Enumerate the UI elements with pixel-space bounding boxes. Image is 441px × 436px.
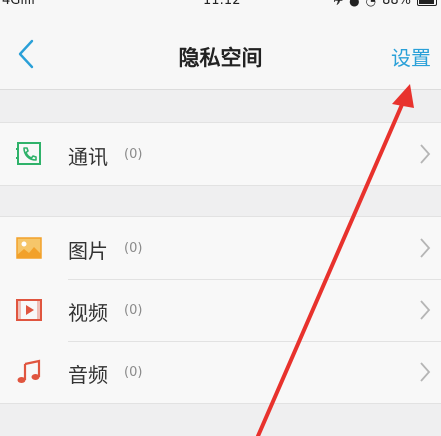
wifi-icon: ◔ [365,0,377,8]
chevron-right-icon [420,300,431,320]
list-item-label: 通讯 [68,145,108,169]
network-indicator: 4Gıııl [2,0,35,8]
settings-button[interactable]: 设置 [391,42,431,71]
battery-icon [417,0,437,6]
header: 隐私空间 设置 [0,12,441,90]
music-icon [17,359,41,383]
list-item-label: 音频 [68,363,108,387]
list-item-audio[interactable]: 音频 (0) [0,341,441,403]
signal-icon: ıııl [20,0,35,8]
media-group: 图片 (0) 视频 (0) 音频 (0) [0,216,441,404]
chevron-right-icon [420,144,431,164]
image-icon [16,237,42,259]
battery-percent: 88% [382,0,411,8]
network-type: 4G [2,0,21,8]
status-icons: ✈ ● ◔ 88% [333,0,437,8]
video-icon [16,299,42,321]
contacts-icon [16,142,41,165]
clock: 11:12 [203,0,241,8]
list-item-label: 视频 [68,301,108,325]
item-count: (0) [124,365,143,380]
list-item-videos[interactable]: 视频 (0) [0,279,441,341]
chevron-right-icon [420,238,431,258]
list-item-images[interactable]: 图片 (0) [0,217,441,279]
contacts-group: 通讯 (0) [0,122,441,186]
page-title: 隐私空间 [178,46,263,70]
status-bar: 4Gıııl 11:12 ✈ ● ◔ 88% [0,0,441,12]
privacy-space-screen: 4Gıııl 11:12 ✈ ● ◔ 88% 隐私空间 设置 通讯 (0) 图片… [0,0,441,436]
silent-icon: ✈ [333,0,344,8]
chevron-right-icon [420,362,431,382]
list-item-label: 图片 [68,239,108,263]
alarm-icon: ● [349,0,360,8]
item-count: (0) [124,147,143,162]
list-item-contacts[interactable]: 通讯 (0) [0,123,441,185]
item-count: (0) [124,303,143,318]
item-count: (0) [124,241,143,256]
